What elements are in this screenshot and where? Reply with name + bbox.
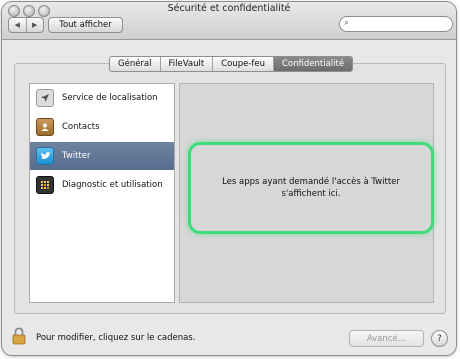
contacts-book-icon — [36, 118, 54, 136]
search-icon: ⌕ — [344, 18, 350, 28]
tab-bar: Général FileVault Coupe-feu Confidential… — [109, 56, 354, 72]
title-toolbar: Sécurité et confidentialité ◀ ▶ Tout aff… — [2, 2, 456, 40]
sidebar-item-label: Service de localisation — [62, 93, 158, 103]
lock-icon[interactable] — [12, 327, 26, 345]
diagnostics-grid-icon — [36, 176, 54, 194]
help-button[interactable]: ? — [431, 330, 448, 347]
sidebar-item-twitter[interactable]: Twitter — [30, 142, 174, 170]
sidebar-item-label: Contacts — [62, 122, 100, 132]
sidebar-item-diagnostics[interactable]: Diagnostic et utilisation — [30, 171, 174, 199]
back-button[interactable]: ◀ — [9, 18, 26, 32]
search-input[interactable] — [356, 18, 446, 29]
privacy-category-list[interactable]: Service de localisation Contacts Twitter — [29, 83, 175, 303]
bottom-bar: Pour modifier, cliquez sur le cadenas. A… — [2, 320, 456, 355]
tab-privacy[interactable]: Confidentialité — [273, 57, 353, 71]
window-title: Sécurité et confidentialité — [167, 3, 291, 14]
search-field[interactable]: ⌕ — [339, 16, 453, 32]
advanced-button[interactable]: Avancé… — [349, 330, 424, 347]
twitter-bird-icon — [36, 147, 54, 165]
sidebar-item-label: Diagnostic et utilisation — [62, 180, 163, 190]
show-all-button[interactable]: Tout afficher — [48, 17, 123, 33]
sidebar-item-contacts[interactable]: Contacts — [30, 113, 174, 141]
apps-requested-message: Les apps ayant demandé l'accès à Twitter… — [222, 177, 400, 199]
tab-firewall[interactable]: Coupe-feu — [212, 57, 273, 71]
forward-button[interactable]: ▶ — [25, 18, 44, 32]
detail-panel: Les apps ayant demandé l'accès à Twitter… — [179, 83, 434, 303]
sidebar-item-label: Twitter — [62, 151, 91, 161]
tab-filevault[interactable]: FileVault — [159, 57, 213, 71]
highlight-callout: Les apps ayant demandé l'accès à Twitter… — [188, 142, 434, 234]
preferences-window: Sécurité et confidentialité ◀ ▶ Tout aff… — [2, 2, 456, 355]
sidebar-item-location-services[interactable]: Service de localisation — [30, 84, 174, 112]
privacy-pane: Service de localisation Contacts Twitter — [14, 63, 446, 314]
back-forward-group: ◀ ▶ — [8, 17, 44, 33]
tab-general[interactable]: Général — [110, 57, 160, 71]
lock-instructions: Pour modifier, cliquez sur le cadenas. — [36, 333, 196, 343]
location-arrow-icon — [36, 89, 54, 107]
